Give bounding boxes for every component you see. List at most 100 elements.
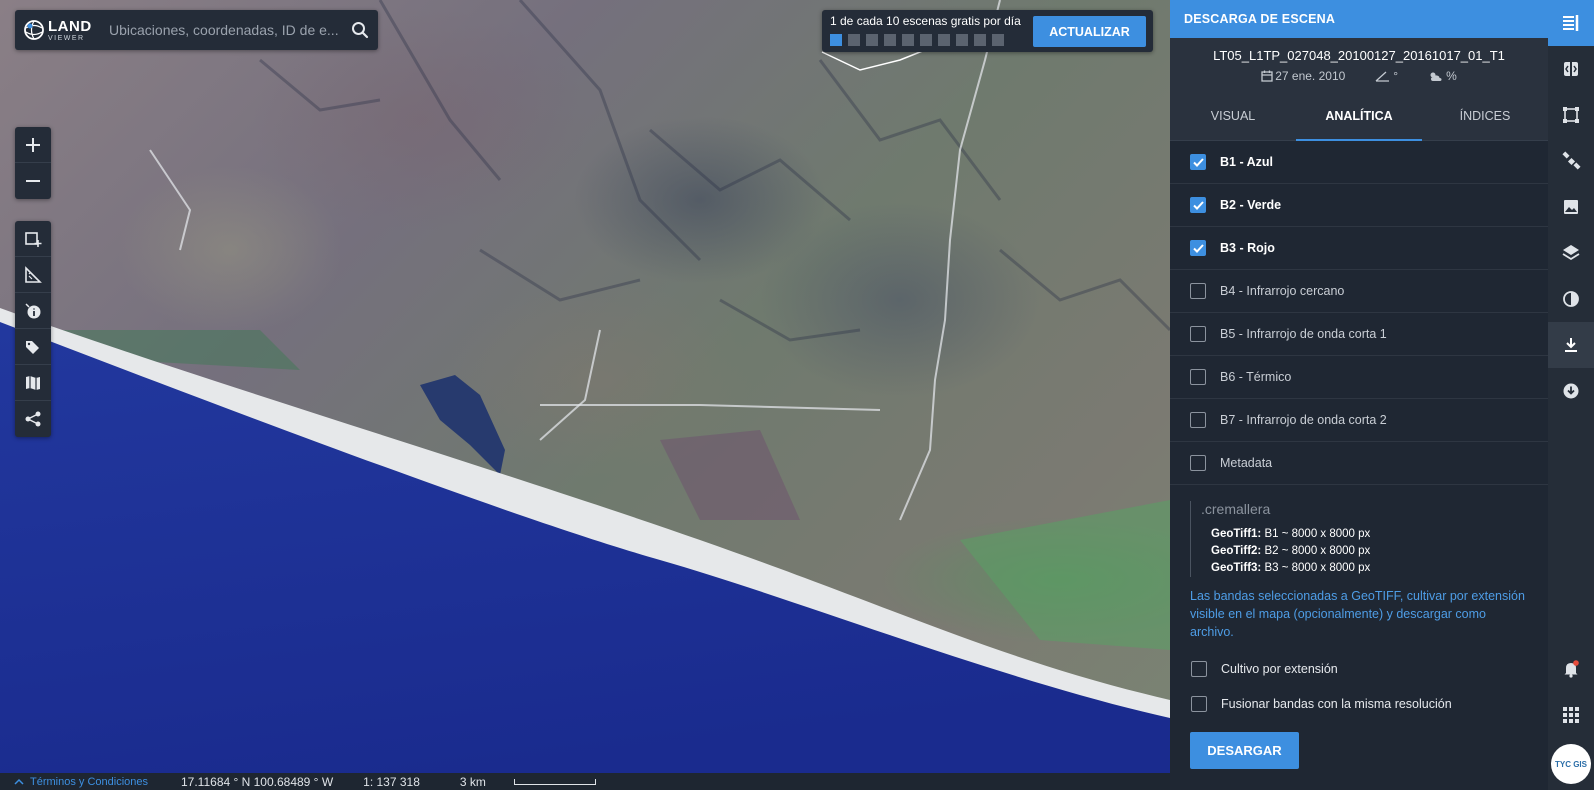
- download-icon: [1565, 338, 1577, 352]
- band-row[interactable]: B3 - Rojo: [1170, 227, 1548, 270]
- search-button[interactable]: [342, 10, 378, 50]
- band-label: B1 - Azul: [1220, 155, 1274, 169]
- logo-main-text: LAND: [48, 17, 92, 35]
- download-button[interactable]: DESARGAR: [1190, 732, 1299, 769]
- scale-bar: [513, 778, 596, 785]
- scene-quota-box: [920, 34, 932, 46]
- map-toolbar: [15, 221, 51, 437]
- merge-bands-label: Fusionar bandas con la misma resolución: [1221, 697, 1452, 711]
- globe-icon: [24, 20, 44, 40]
- geotiff-name: GeoTiff1:: [1211, 528, 1262, 540]
- rail-contrast[interactable]: [1548, 276, 1594, 322]
- rail-compare[interactable]: [1548, 46, 1594, 92]
- tab-visual[interactable]: VISUAL: [1170, 91, 1296, 140]
- rail-download-history[interactable]: [1548, 368, 1594, 414]
- share-button[interactable]: [15, 401, 51, 437]
- merge-bands-checkbox[interactable]: [1191, 696, 1207, 712]
- terms-link[interactable]: Términos y Condiciones: [14, 776, 148, 788]
- scene-download-panel: DESCARGA DE ESCENA LT05_L1TP_027048_2010…: [1170, 0, 1548, 790]
- crop-extent-checkbox[interactable]: [1191, 661, 1207, 677]
- share-icon: [25, 411, 41, 427]
- band-checkbox[interactable]: [1190, 326, 1206, 342]
- band-checkbox[interactable]: [1190, 455, 1206, 471]
- panel-title: DESCARGA DE ESCENA: [1170, 0, 1548, 38]
- plus-icon: [26, 137, 40, 152]
- satellite-imagery: [0, 0, 1170, 790]
- satellite-map[interactable]: [0, 0, 1170, 790]
- info-button[interactable]: [15, 293, 51, 329]
- minus-icon: [26, 180, 40, 182]
- geotiff-item: GeoTiff3: B3 ~ 8000 x 8000 px: [1211, 560, 1528, 577]
- tab-indices[interactable]: ÍNDICES: [1422, 91, 1548, 140]
- cloud-sun-icon: [1430, 72, 1442, 81]
- crop-extent-option[interactable]: Cultivo por extensión: [1190, 661, 1528, 677]
- band-label: B3 - Rojo: [1220, 241, 1275, 255]
- scene-info: LT05_L1TP_027048_20100127_20161017_01_T1…: [1170, 38, 1548, 91]
- upgrade-button[interactable]: ACTUALIZAR: [1033, 16, 1146, 47]
- download-circle-icon: [1563, 383, 1579, 399]
- band-row[interactable]: B6 - Térmico: [1170, 356, 1548, 399]
- band-label: B5 - Infrarrojo de onda corta 1: [1220, 327, 1387, 341]
- landviewer-logo[interactable]: LAND VIEWER: [15, 10, 97, 50]
- band-row[interactable]: B4 - Infrarrojo cercano: [1170, 270, 1548, 313]
- merge-bands-option[interactable]: Fusionar bandas con la misma resolución: [1190, 696, 1528, 712]
- band-row[interactable]: B1 - Azul: [1170, 141, 1548, 184]
- rail-layers[interactable]: [1548, 230, 1594, 276]
- band-row[interactable]: B2 - Verde: [1170, 184, 1548, 227]
- band-checkbox[interactable]: [1190, 240, 1206, 256]
- add-aoi-icon: [25, 231, 42, 247]
- rail-image[interactable]: [1548, 184, 1594, 230]
- band-checkbox[interactable]: [1190, 283, 1206, 299]
- band-label: B2 - Verde: [1220, 198, 1282, 212]
- basemap-button[interactable]: [15, 365, 51, 401]
- right-icon-rail: TYC GIS: [1548, 0, 1594, 790]
- contrast-icon: [1563, 291, 1579, 307]
- add-aoi-button[interactable]: [15, 221, 51, 257]
- scene-cloud-label: %: [1446, 69, 1457, 83]
- band-row[interactable]: B7 - Infrarrojo de onda corta 2: [1170, 399, 1548, 442]
- check-icon: [1192, 157, 1204, 167]
- geotiff-name: GeoTiff3:: [1211, 562, 1262, 574]
- zoom-in-button[interactable]: [15, 127, 51, 163]
- zip-section: .cremallera GeoTiff1: B1 ~ 8000 x 8000 p…: [1170, 485, 1548, 769]
- band-checkbox[interactable]: [1190, 369, 1206, 385]
- band-row[interactable]: Metadata: [1170, 442, 1548, 485]
- tab-analytics[interactable]: ANALÍTICA: [1296, 91, 1422, 141]
- band-label: B7 - Infrarrojo de onda corta 2: [1220, 413, 1387, 427]
- band-list: B1 - Azul B2 - Verde B3 - Rojo B4 - Infrarr…: [1170, 141, 1548, 485]
- geotiff-detail: B1 ~ 8000 x 8000 px: [1264, 528, 1371, 540]
- user-avatar[interactable]: TYC GIS: [1551, 744, 1591, 784]
- check-icon: [1192, 243, 1204, 253]
- satellite-icon: [1562, 151, 1581, 170]
- zoom-out-button[interactable]: [15, 163, 51, 199]
- free-scenes-banner: 1 de cada 10 escenas gratis por día ACTU…: [822, 10, 1153, 52]
- image-icon: [1564, 200, 1578, 214]
- band-checkbox[interactable]: [1190, 412, 1206, 428]
- scene-cloud: %: [1428, 69, 1457, 83]
- scene-date-label: 27 ene. 2010: [1275, 69, 1346, 83]
- band-checkbox[interactable]: [1190, 197, 1206, 213]
- tags-button[interactable]: [15, 329, 51, 365]
- rail-scene-list[interactable]: [1548, 0, 1594, 46]
- geotiff-detail: B2 ~ 8000 x 8000 px: [1264, 545, 1371, 557]
- band-checkbox[interactable]: [1190, 154, 1206, 170]
- scene-id: LT05_L1TP_027048_20100127_20161017_01_T1: [1213, 48, 1505, 63]
- check-icon: [1192, 200, 1204, 210]
- scale-distance: 3 km: [459, 774, 486, 789]
- tag-icon: [26, 340, 39, 354]
- scene-quota-box: [956, 34, 968, 46]
- rail-aoi[interactable]: [1548, 92, 1594, 138]
- download-description: Las bandas seleccionadas a GeoTIFF, cult…: [1190, 589, 1525, 639]
- band-label: B4 - Infrarrojo cercano: [1220, 284, 1345, 298]
- rail-download[interactable]: [1548, 322, 1594, 368]
- measure-button[interactable]: [15, 257, 51, 293]
- rail-apps[interactable]: [1548, 692, 1594, 738]
- free-scenes-text: 1 de cada 10 escenas gratis por día: [830, 14, 1021, 28]
- rail-satellite[interactable]: [1548, 138, 1594, 184]
- band-row[interactable]: B5 - Infrarrojo de onda corta 1: [1170, 313, 1548, 356]
- search-input[interactable]: [97, 15, 342, 45]
- map-scale: 1: 137 318: [363, 774, 420, 789]
- scene-quota-box: [830, 34, 842, 46]
- list-panel-icon: [1563, 15, 1579, 31]
- rail-notifications[interactable]: [1548, 646, 1594, 692]
